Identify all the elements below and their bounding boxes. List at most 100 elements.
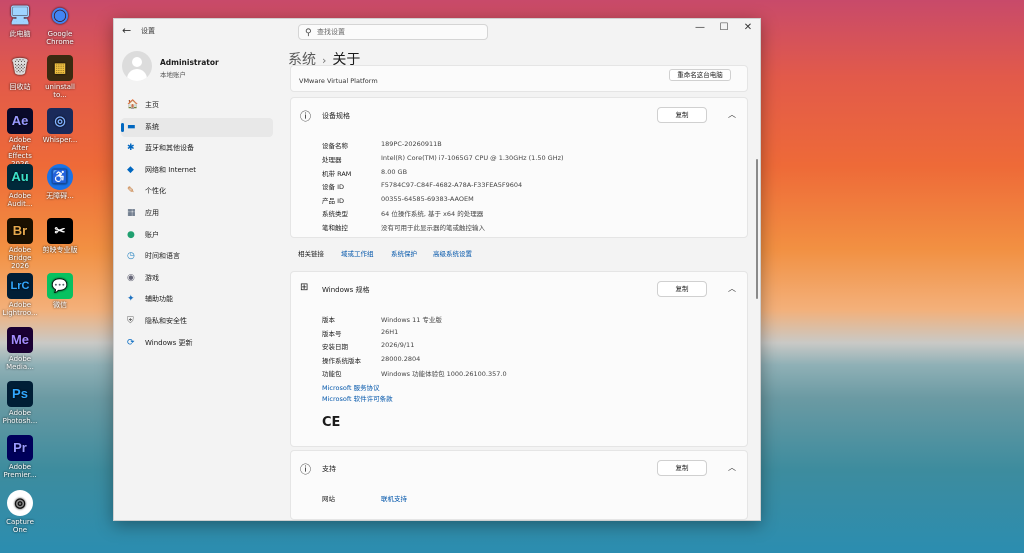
desktop-icon-label: 无障碍... bbox=[46, 192, 74, 200]
chevron-up-icon[interactable]: ︿ bbox=[728, 283, 736, 294]
sidebar-item-label: 隐私和安全性 bbox=[145, 316, 187, 325]
desktop-icon-bridge[interactable]: Br Adobe Bridge 2026 bbox=[0, 218, 40, 270]
maximize-button[interactable]: ☐ bbox=[712, 22, 736, 33]
chevron-up-icon[interactable]: ︿ bbox=[728, 462, 736, 473]
copy-support-button[interactable]: 复制 bbox=[657, 460, 707, 476]
sidebar-item-label: Windows 更新 bbox=[145, 338, 193, 347]
sidebar-item-label: 时间和语言 bbox=[145, 252, 180, 261]
sidebar-item-home[interactable]: 🏠 主页 bbox=[121, 96, 273, 115]
desktop-icon-label: 回收站 bbox=[9, 83, 31, 91]
rename-pc-button[interactable]: 重命名这台电脑 bbox=[669, 69, 731, 81]
desktop-icon-wechat[interactable]: 💬 微信 bbox=[40, 273, 80, 309]
spec-label: 操作系统版本 bbox=[322, 356, 361, 365]
support-title: 支持 bbox=[322, 465, 336, 473]
advanced-system-settings-link[interactable]: 高级系统设置 bbox=[433, 248, 472, 258]
desktop-icon-photoshop[interactable]: Ps Adobe Photosh... bbox=[0, 381, 40, 425]
search-input[interactable]: ⚲ 查找设置 bbox=[298, 24, 488, 40]
copy-device-specs-button[interactable]: 复制 bbox=[657, 107, 707, 123]
scrollbar-thumb[interactable] bbox=[756, 159, 758, 299]
home-icon: 🏠 bbox=[127, 100, 139, 110]
desktop-icon-label: Adobe Bridge 2026 bbox=[8, 246, 32, 270]
spec-label: 笔和触控 bbox=[322, 223, 348, 232]
desktop-icon-uninstall-tool[interactable]: ▦ uninstall to... bbox=[40, 55, 80, 99]
desktop-icon-media-encoder[interactable]: Me Adobe Media... bbox=[0, 327, 40, 371]
spec-label: 网站 bbox=[322, 495, 335, 503]
spec-value: 没有可用于此显示器的笔或触控输入 bbox=[381, 223, 485, 232]
system-protection-link[interactable]: 系统保护 bbox=[391, 248, 417, 258]
device-specs-header[interactable]: ⓘ 设备规格 复制 ︿ bbox=[291, 98, 747, 132]
desktop-icon-audition[interactable]: Au Adobe Audit... bbox=[0, 164, 40, 208]
desktop-icon-label: Adobe Premier... bbox=[3, 463, 37, 479]
spec-label: 安装日期 bbox=[322, 343, 348, 351]
device-model: VMware Virtual Platform bbox=[299, 77, 378, 85]
chevron-up-icon[interactable]: ︿ bbox=[728, 109, 736, 120]
sidebar-item-accessibility[interactable]: ✦ 辅助功能 bbox=[121, 290, 273, 309]
brush-icon: ✎ bbox=[127, 186, 135, 197]
microsoft-license-terms-link[interactable]: Microsoft 软件许可条款 bbox=[322, 393, 393, 403]
copy-windows-specs-button[interactable]: 复制 bbox=[657, 281, 707, 297]
domain-workgroup-link[interactable]: 域或工作组 bbox=[341, 248, 374, 258]
spec-label: 产品 ID bbox=[322, 196, 344, 205]
search-placeholder: 查找设置 bbox=[317, 28, 345, 36]
help-icon: ⓘ bbox=[300, 463, 311, 476]
desktop-icon-capcut[interactable]: ✂ 剪映专业版 bbox=[40, 218, 80, 254]
desktop-icon-after-effects[interactable]: Ae Adobe After Effects 2026 bbox=[0, 108, 40, 168]
avatar bbox=[122, 51, 152, 81]
sidebar-item-label: 网络和 Internet bbox=[145, 165, 197, 174]
spec-value: 28000.2804 bbox=[381, 354, 421, 363]
sidebar-item-time-language[interactable]: ◷ 时间和语言 bbox=[121, 247, 273, 266]
whisper-icon: ◎ bbox=[47, 108, 73, 134]
sidebar-item-windows-update[interactable]: ⟳ Windows 更新 bbox=[121, 334, 273, 353]
desktop-icon-lightroom[interactable]: LrC Adobe Lightroo... bbox=[0, 273, 40, 317]
sidebar-item-label: 主页 bbox=[145, 101, 159, 109]
sidebar-item-system[interactable]: ▬ 系统 bbox=[121, 117, 273, 137]
close-button[interactable]: ✕ bbox=[736, 22, 760, 33]
profile-name: Administrator bbox=[160, 58, 219, 67]
desktop-icon-recycle-bin[interactable]: 🗑 回收站 bbox=[0, 55, 40, 92]
sidebar-item-bluetooth[interactable]: ✱ 蓝牙和其他设备 bbox=[121, 139, 273, 158]
desktop-icon-capture-one[interactable]: ◎ Capture One bbox=[0, 490, 40, 534]
sidebar-item-privacy[interactable]: ⛨ 隐私和安全性 bbox=[121, 312, 273, 331]
support-header[interactable]: ⓘ 支持 复制 ︿ bbox=[291, 451, 747, 485]
sidebar-item-personalization[interactable]: ✎ 个性化 bbox=[121, 182, 273, 201]
sidebar-item-gaming[interactable]: ◉ 游戏 bbox=[121, 269, 273, 288]
windows-specs-card: ⊞ Windows 规格 复制 ︿ 版本 Windows 11 专业版 版本号 26… bbox=[290, 271, 748, 447]
device-specs-card: ⓘ 设备规格 复制 ︿ 设备名称 189PC-20260911B 处理器 Intel… bbox=[290, 97, 748, 238]
online-support-link[interactable]: 联机支持 bbox=[381, 493, 407, 503]
monitor-icon: 🖥 bbox=[8, 5, 32, 25]
spec-label: 设备名称 bbox=[322, 142, 348, 150]
sidebar-item-network[interactable]: ◆ 网络和 Internet bbox=[121, 161, 273, 180]
title-bar: ← 设置 ⚲ 查找设置 — ☐ ✕ bbox=[114, 19, 760, 43]
spec-value: 2026/9/11 bbox=[381, 341, 415, 349]
wechat-icon: 💬 bbox=[47, 273, 73, 299]
bridge-icon: Br bbox=[7, 218, 33, 244]
desktop-icon-label: Google Chrome bbox=[46, 30, 74, 46]
account-icon: ● bbox=[127, 229, 135, 240]
sidebar-item-accounts[interactable]: ● 账户 bbox=[121, 226, 273, 245]
spec-value: Windows 11 专业版 bbox=[381, 316, 442, 324]
sidebar-item-label: 辅助功能 bbox=[145, 295, 173, 304]
sidebar-item-apps[interactable]: ▦ 应用 bbox=[121, 204, 273, 223]
back-arrow-icon[interactable]: ← bbox=[122, 24, 131, 37]
desktop-icon-accessibility[interactable]: ♿ 无障碍... bbox=[40, 164, 80, 200]
bluetooth-icon: ✱ bbox=[127, 143, 135, 154]
spec-value: 189PC-20260911B bbox=[381, 140, 442, 148]
search-icon: ⚲ bbox=[305, 28, 312, 38]
minimize-button[interactable]: — bbox=[688, 22, 712, 33]
spec-label: 版本号 bbox=[322, 329, 342, 338]
desktop-icon-this-pc[interactable]: 🖥 此电脑 bbox=[0, 2, 40, 38]
device-name-card: VMware Virtual Platform 重命名这台电脑 bbox=[290, 65, 748, 92]
spec-label: 系统类型 bbox=[322, 210, 348, 218]
desktop-icon-whisper[interactable]: ◎ Whisper... bbox=[40, 108, 80, 144]
windows-specs-title: Windows 规格 bbox=[322, 286, 370, 294]
windows-specs-header[interactable]: ⊞ Windows 规格 复制 ︿ bbox=[291, 272, 747, 306]
desktop-icon-chrome[interactable]: ◉ Google Chrome bbox=[40, 2, 80, 46]
gamepad-icon: ◉ bbox=[127, 272, 135, 283]
spec-value: Windows 功能体验包 1000.26100.357.0 bbox=[381, 370, 507, 378]
sidebar-item-label: 账户 bbox=[145, 230, 159, 239]
accessibility-icon: ♿ bbox=[47, 164, 73, 190]
sidebar-item-label: 游戏 bbox=[145, 273, 159, 282]
desktop-icon-premiere[interactable]: Pr Adobe Premier... bbox=[0, 435, 40, 479]
spec-value: 26H1 bbox=[381, 327, 399, 336]
microsoft-services-agreement-link[interactable]: Microsoft 服务协议 bbox=[322, 382, 380, 392]
